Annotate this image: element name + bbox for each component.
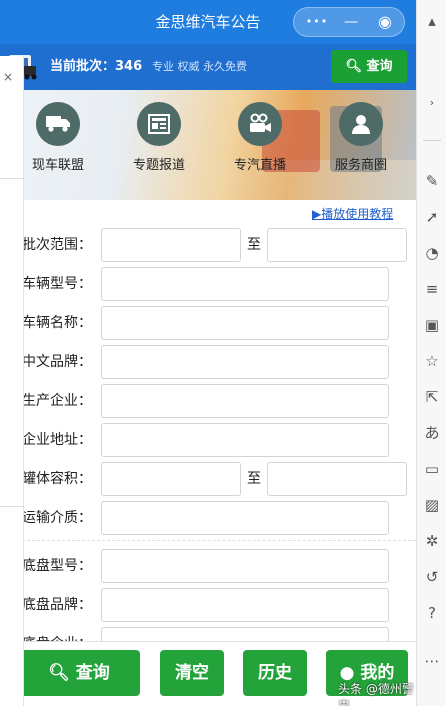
company-address-input[interactable] <box>101 423 389 457</box>
manufacturer-label: 生产企业： <box>22 393 92 409</box>
slogan: 专业 权威 永久免费 <box>152 60 247 73</box>
chassis-brand-label: 底盘品牌： <box>22 597 92 613</box>
video-camera-icon <box>238 102 282 146</box>
vehicle-name-label: 车辆名称： <box>22 315 92 331</box>
eraser-icon[interactable]: ≡ <box>423 280 441 298</box>
batch-bar: 当前批次：346 专业 权威 永久免费 🔍︎ 查询 <box>0 44 416 90</box>
background-page-sliver: × <box>0 56 24 706</box>
cursor-icon[interactable]: ➚ <box>423 208 441 226</box>
chassis-brand-input[interactable] <box>101 588 389 622</box>
search-icon: 🔍︎ <box>48 663 70 683</box>
vehicle-model-label: 车辆型号： <box>22 276 92 292</box>
manufacturer-row: 生产企业： <box>0 384 416 418</box>
tank-volume-row: 罐体容积： 至 <box>0 462 416 496</box>
category-xianche[interactable]: 现车联盟 <box>13 102 103 173</box>
star-icon[interactable]: ☆ <box>423 352 441 370</box>
sidebar-divider <box>423 140 441 141</box>
title-bar: 金思维汽车公告 ••• — ◉ <box>0 0 416 44</box>
history-button[interactable]: 历史 <box>243 650 307 696</box>
batch-range-from-input[interactable] <box>101 228 241 262</box>
transport-medium-label: 运输介质： <box>22 510 92 526</box>
category-label: 服务商圈 <box>334 158 387 173</box>
close-icon[interactable]: ◉ <box>370 8 400 36</box>
tank-volume-from-input[interactable] <box>101 462 241 496</box>
top-query-button[interactable]: 🔍︎ 查询 <box>331 50 407 83</box>
clear-button[interactable]: 清空 <box>160 650 224 696</box>
truck-icon <box>36 102 80 146</box>
category-banner: 现车联盟 专题报道 专汽直播 服务商圈 <box>0 90 416 200</box>
user-icon <box>339 102 383 146</box>
chassis-brand-row: 底盘品牌： <box>0 588 416 622</box>
tank-volume-to-input[interactable] <box>267 462 407 496</box>
cn-brand-row: 中文品牌： <box>0 345 416 379</box>
batch-range-to-input[interactable] <box>267 228 407 262</box>
category-label: 现车联盟 <box>31 158 84 173</box>
query-label: 查询 <box>75 663 110 683</box>
manufacturer-input[interactable] <box>101 384 389 418</box>
divider <box>0 178 24 179</box>
expand-icon[interactable]: › <box>423 94 441 112</box>
category-zhibo[interactable]: 专汽直播 <box>215 102 305 173</box>
watermark: 头条 @德州警事 <box>338 682 414 706</box>
chassis-model-input[interactable] <box>101 549 389 583</box>
shapes-icon[interactable]: ◔ <box>423 244 441 262</box>
section-divider <box>22 540 416 541</box>
help-icon[interactable]: ? <box>423 604 441 622</box>
query-button[interactable]: 🔍︎ 查询 <box>18 650 140 696</box>
category-fuwu[interactable]: 服务商圈 <box>316 102 406 173</box>
screen: 金思维汽车公告 ••• — ◉ 当前批次：346 专业 权威 永久免费 🔍︎ 查… <box>0 0 446 706</box>
image-icon[interactable]: ▣ <box>423 316 441 334</box>
category-label: 专汽直播 <box>233 158 286 173</box>
batch-range-row: 批次范围： 至 <box>0 228 416 262</box>
capsule-menu: ••• — ◉ <box>293 7 405 37</box>
archive-icon[interactable]: ▭ <box>423 460 441 478</box>
more-icon[interactable]: ••• <box>302 8 332 36</box>
mini-program-window: 金思维汽车公告 ••• — ◉ 当前批次：346 专业 权威 永久免费 🔍︎ 查… <box>0 0 416 706</box>
tank-volume-label: 罐体容积： <box>22 471 92 487</box>
batch-range-label: 批次范围： <box>22 237 92 253</box>
vehicle-model-row: 车辆型号： <box>0 267 416 301</box>
top-query-label: 查询 <box>366 59 393 74</box>
vehicle-model-input[interactable] <box>101 267 389 301</box>
newspaper-icon <box>137 102 181 146</box>
transport-medium-input[interactable] <box>101 501 389 535</box>
vehicle-name-row: 车辆名称： <box>0 306 416 340</box>
settings-icon[interactable]: ✲ <box>423 532 441 550</box>
range-to-label: 至 <box>247 471 261 487</box>
chassis-model-label: 底盘型号： <box>22 558 92 574</box>
pen-icon[interactable]: ✎ <box>423 172 441 190</box>
share-icon[interactable]: ⇱ <box>423 388 441 406</box>
play-tutorial-link[interactable]: ▶播放使用教程 <box>312 205 393 222</box>
close-icon[interactable]: × <box>3 70 13 84</box>
search-icon: 🔍︎ <box>345 59 362 74</box>
cn-brand-input[interactable] <box>101 345 389 379</box>
divider <box>0 506 24 507</box>
company-address-row: 企业地址： <box>0 423 416 457</box>
transport-medium-row: 运输介质： <box>0 501 416 535</box>
scroll-up-icon[interactable]: ▴ <box>423 12 441 30</box>
range-to-label: 至 <box>247 237 261 253</box>
current-batch: 当前批次：346 <box>50 59 143 74</box>
more-icon[interactable]: ⋯ <box>423 652 441 670</box>
category-zhuanti[interactable]: 专题报道 <box>114 102 204 173</box>
chassis-model-row: 底盘型号： <box>0 549 416 583</box>
history-icon[interactable]: ↺ <box>423 568 441 586</box>
cn-brand-label: 中文品牌： <box>22 354 92 370</box>
minimize-icon[interactable]: — <box>336 8 366 36</box>
vehicle-name-input[interactable] <box>101 306 389 340</box>
translate-icon[interactable]: あ <box>423 424 441 442</box>
company-address-label: 企业地址： <box>22 432 92 448</box>
category-label: 专题报道 <box>132 158 185 173</box>
picture-icon[interactable]: ▨ <box>423 496 441 514</box>
browser-sidebar: ▴ › ✎ ➚ ◔ ≡ ▣ ☆ ⇱ あ ▭ ▨ ✲ ↺ ? ⋯ <box>416 0 446 706</box>
